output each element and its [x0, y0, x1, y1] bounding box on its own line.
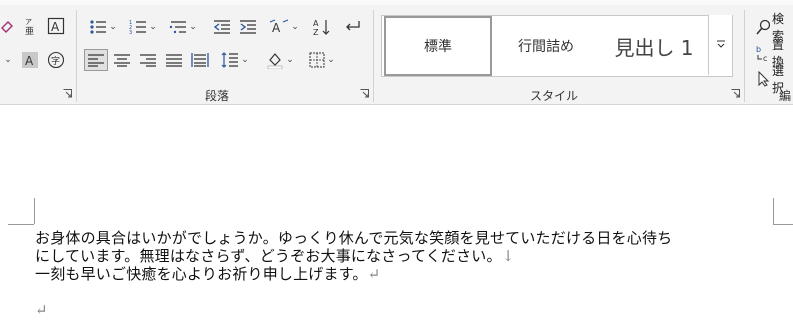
margin-corner-right-h — [773, 224, 793, 225]
enclosed-character-icon: 字 — [47, 51, 65, 69]
increase-indent-button[interactable] — [237, 16, 259, 38]
line-spacing-icon — [221, 52, 239, 68]
svg-text:Z: Z — [313, 28, 319, 36]
sort-az-icon: A Z — [313, 19, 330, 36]
text-direction-icon: A — [269, 19, 289, 35]
character-border-button[interactable]: A — [46, 16, 66, 36]
distributed-icon — [191, 53, 209, 67]
chevron-down-icon: ⌄ — [286, 55, 294, 65]
chevron-down-icon: ⌄ — [291, 22, 299, 32]
cursor-arrow-icon — [758, 71, 770, 87]
character-shading-button[interactable]: A — [21, 50, 39, 70]
more-dropdown-icon — [716, 40, 725, 48]
bullet-list-icon — [90, 20, 107, 34]
replace-icon: b c — [756, 45, 767, 62]
group-separator — [373, 10, 374, 102]
margin-corner-left-h — [8, 224, 34, 225]
line-break-mark: ↓ — [501, 247, 515, 265]
increase-indent-icon — [240, 20, 256, 34]
justify-button[interactable] — [163, 49, 185, 71]
justify-icon — [166, 54, 182, 67]
margin-corner-left-v — [34, 198, 35, 224]
document-line-3: 一刻も早いご快癒を心よりお祈り申し上げます。↵ — [35, 263, 380, 284]
editing-group-label: 編 — [779, 89, 792, 103]
style-gallery: 標準 行間詰め 見出し 1 — [381, 15, 733, 77]
paragraph-group-label: 段落 — [205, 89, 230, 103]
align-right-button[interactable] — [137, 49, 159, 71]
empty-paragraph-mark: ↵ — [35, 301, 48, 319]
chevron-down-icon: ⌄ — [327, 55, 335, 65]
phonetic-guide-icon: ア 亜 — [25, 18, 34, 35]
character-border-icon: A — [47, 17, 65, 35]
paragraph-mark: ↵ — [367, 265, 381, 283]
eraser-icon — [1, 21, 13, 33]
align-left-icon — [88, 54, 104, 67]
svg-text:A: A — [51, 20, 60, 34]
style-gallery-more-button[interactable] — [708, 15, 732, 75]
chevron-down-icon: ⌄ — [109, 22, 117, 32]
paint-bucket-icon — [267, 53, 283, 69]
search-icon — [756, 19, 770, 35]
align-left-button[interactable] — [84, 49, 108, 71]
distributed-button[interactable] — [189, 49, 211, 71]
line-spacing-button[interactable]: ⌄ — [218, 49, 252, 71]
styles-group-label: スタイル — [530, 89, 579, 103]
svg-text:亜: 亜 — [25, 26, 34, 35]
text-direction-button[interactable]: A ⌄ — [267, 16, 301, 38]
bullets-button[interactable]: ⌄ — [86, 16, 120, 38]
paragraph-dialog-launcher-icon[interactable] — [360, 89, 369, 98]
phonetic-guide-button[interactable]: ア 亜 — [22, 16, 38, 36]
svg-text:3: 3 — [129, 30, 132, 35]
svg-text:b: b — [756, 45, 761, 54]
svg-text:ア: ア — [25, 18, 32, 26]
document-page[interactable]: お身体の具合はいかがでしょうか。ゆっくり休んで元気な笑顔を見せていただける日を心… — [0, 105, 793, 328]
group-separator — [744, 10, 745, 102]
svg-text:字: 字 — [51, 55, 60, 67]
style-heading-1[interactable]: 見出し 1 — [600, 16, 708, 76]
numbered-list-icon: 1 2 3 — [129, 20, 147, 35]
chevron-down-icon: ⌄ — [241, 55, 249, 65]
style-no-spacing[interactable]: 行間詰め — [494, 16, 598, 76]
svg-text:A: A — [272, 21, 281, 35]
multilevel-list-icon — [170, 21, 187, 34]
enclose-characters-button[interactable]: 字 — [46, 50, 66, 70]
align-center-button[interactable] — [111, 49, 133, 71]
show-hide-marks-button[interactable] — [341, 16, 363, 38]
style-normal[interactable]: 標準 — [384, 16, 492, 76]
decrease-indent-icon — [213, 20, 230, 34]
svg-text:A: A — [313, 19, 319, 28]
svg-text:A: A — [25, 54, 34, 68]
chevron-down-icon: ⌄ — [189, 22, 197, 32]
multilevel-list-button[interactable]: ⌄ — [166, 16, 200, 38]
sort-button[interactable]: A Z — [311, 16, 333, 38]
align-center-icon — [114, 54, 130, 67]
numbering-button[interactable]: 1 2 3 ⌄ — [126, 16, 160, 38]
clear-formatting-button[interactable] — [0, 16, 14, 36]
line-3-text: 一刻も早いご快癒を心よりお祈り申し上げます。 — [35, 265, 368, 283]
group-separator — [76, 10, 77, 102]
paragraph-mark-icon — [346, 21, 360, 31]
margin-corner-right-v — [773, 198, 774, 224]
shading-button[interactable]: ⌄ — [263, 49, 297, 71]
ribbon-top-strip — [0, 0, 793, 5]
ribbon: ア 亜 A ⌄ A 字 ⌄ 1 2 3 ⌄ ⌄ A ⌄ A Z ⌄ ⌄ ⌄ 段落… — [0, 0, 793, 105]
borders-button[interactable]: ⌄ — [305, 49, 339, 71]
character-shading-icon: A — [22, 52, 38, 68]
styles-dialog-launcher-icon[interactable] — [731, 89, 740, 98]
font-color-dropdown-button[interactable]: ⌄ — [0, 52, 14, 68]
borders-icon — [309, 52, 325, 68]
align-right-icon — [140, 54, 156, 67]
chevron-down-icon: ⌄ — [4, 55, 12, 65]
svg-text:c: c — [763, 54, 767, 62]
decrease-indent-button[interactable] — [211, 16, 233, 38]
chevron-down-icon: ⌄ — [149, 22, 157, 32]
font-dialog-launcher-icon[interactable] — [63, 89, 72, 98]
